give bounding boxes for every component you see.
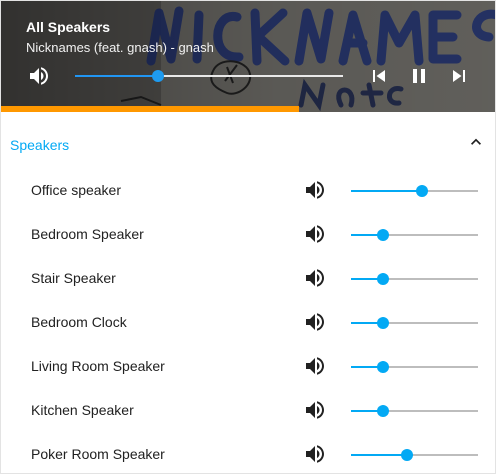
master-volume-slider[interactable] — [75, 70, 343, 82]
speaker-volume-fill — [351, 454, 407, 456]
speaker-volume-knob[interactable] — [376, 405, 389, 417]
speakers-section-title[interactable]: Speakers — [10, 137, 69, 153]
skip-previous-icon[interactable] — [367, 64, 391, 88]
speaker-volume-knob[interactable] — [400, 449, 413, 461]
speaker-volume-slider[interactable] — [351, 317, 478, 329]
chevron-up-icon[interactable] — [466, 132, 486, 152]
speaker-name: Living Room Speaker — [31, 358, 165, 374]
volume-icon[interactable] — [303, 266, 327, 290]
track-progress-bar[interactable] — [1, 106, 495, 112]
volume-icon[interactable] — [303, 222, 327, 246]
speaker-volume-slider[interactable] — [351, 405, 478, 417]
speaker-row: Poker Room Speaker — [1, 433, 495, 473]
skip-next-icon[interactable] — [447, 64, 471, 88]
volume-icon[interactable] — [303, 310, 327, 334]
speaker-volume-fill — [351, 190, 423, 192]
speaker-volume-slider[interactable] — [351, 361, 478, 373]
pause-icon[interactable] — [407, 64, 431, 88]
speaker-name: Bedroom Speaker — [31, 226, 144, 242]
speaker-row: Living Room Speaker — [1, 345, 495, 389]
speaker-volume-knob[interactable] — [416, 185, 429, 197]
volume-icon[interactable] — [303, 398, 327, 422]
speaker-volume-slider[interactable] — [351, 449, 478, 461]
speaker-row: Office speaker — [1, 169, 495, 213]
volume-icon[interactable] — [27, 64, 51, 88]
volume-icon[interactable] — [303, 354, 327, 378]
speaker-volume-slider[interactable] — [351, 273, 478, 285]
player-title: All Speakers — [26, 19, 111, 35]
speaker-row: Kitchen Speaker — [1, 389, 495, 433]
speaker-volume-slider[interactable] — [351, 185, 478, 197]
speaker-row: Stair Speaker — [1, 257, 495, 301]
speaker-row: Bedroom Clock — [1, 301, 495, 345]
now-playing-header: All Speakers Nicknames (feat. gnash) - g… — [1, 1, 495, 112]
volume-icon[interactable] — [303, 178, 327, 202]
header-overlay — [1, 1, 495, 112]
speaker-name: Kitchen Speaker — [31, 402, 134, 418]
speaker-volume-knob[interactable] — [376, 229, 389, 241]
media-player-card: All Speakers Nicknames (feat. gnash) - g… — [0, 0, 496, 474]
track-progress-fill — [1, 106, 299, 112]
speaker-name: Bedroom Clock — [31, 314, 127, 330]
master-volume-knob[interactable] — [152, 70, 165, 82]
speaker-volume-knob[interactable] — [376, 317, 389, 329]
volume-icon[interactable] — [303, 442, 327, 466]
speaker-row: Bedroom Speaker — [1, 213, 495, 257]
speaker-name: Office speaker — [31, 182, 122, 198]
speaker-name: Stair Speaker — [31, 270, 116, 286]
track-subtitle: Nicknames (feat. gnash) - gnash — [26, 40, 214, 55]
speaker-volume-knob[interactable] — [376, 361, 389, 373]
speaker-name: Poker Room Speaker — [31, 446, 165, 462]
speaker-volume-slider[interactable] — [351, 229, 478, 241]
master-volume-fill — [75, 75, 159, 77]
speaker-volume-knob[interactable] — [376, 273, 389, 285]
